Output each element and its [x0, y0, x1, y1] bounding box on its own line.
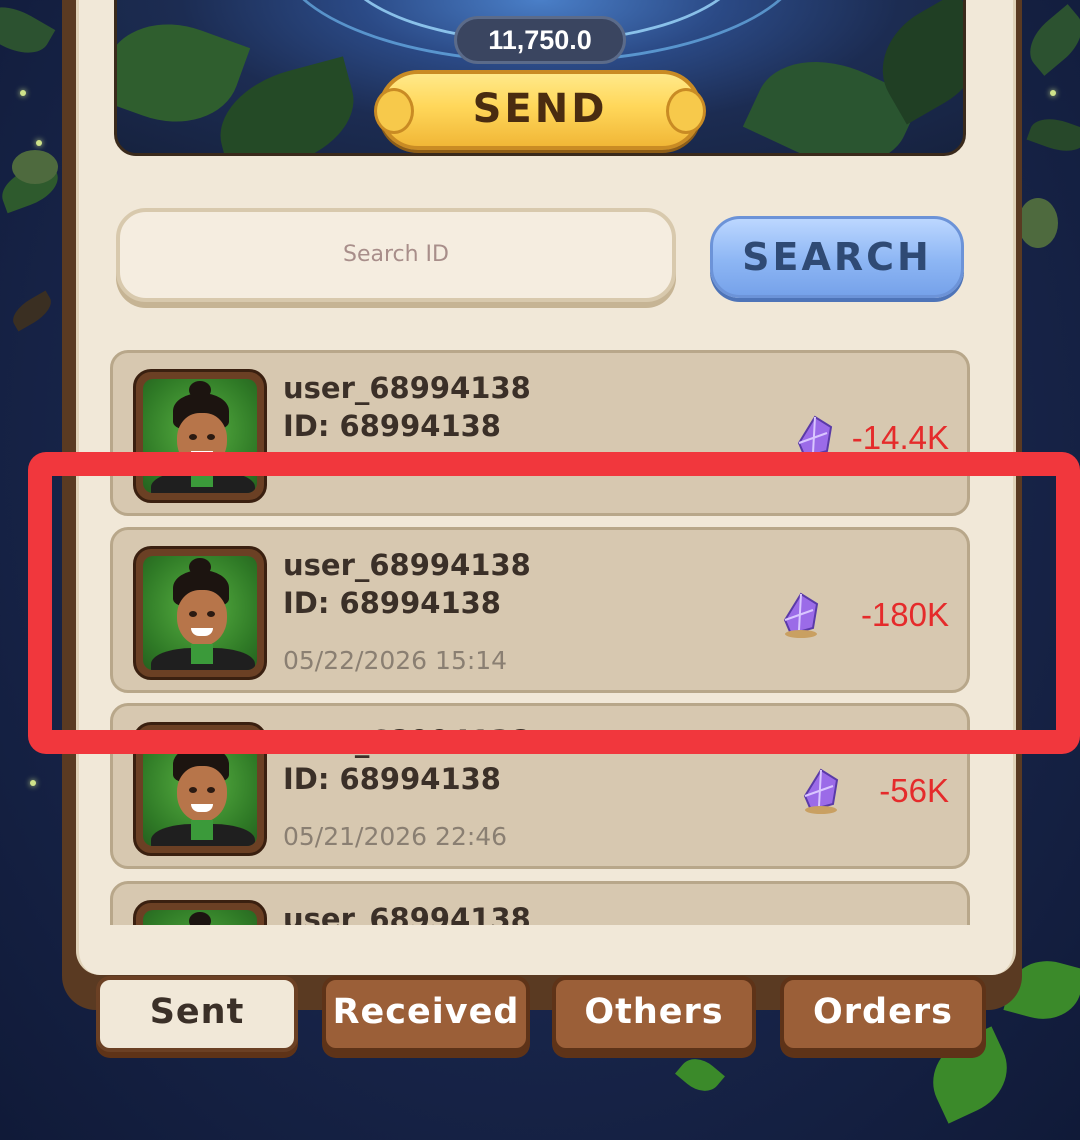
purple-gem-icon: [797, 415, 833, 461]
user-avatar: [133, 722, 267, 856]
amount-sent: -180K: [860, 596, 949, 633]
send-button-label: SEND: [472, 86, 608, 132]
tab-received[interactable]: Received: [322, 976, 530, 1052]
transaction-date: 05/21/2026 22:46: [283, 822, 508, 851]
button-ornament: [666, 88, 706, 134]
username: user_68994138: [283, 548, 531, 582]
username: user_68994138: [283, 724, 531, 758]
firefly-decoration: [20, 90, 26, 96]
firefly-decoration: [1050, 90, 1056, 96]
leaf-decoration: [0, 0, 56, 65]
purple-gem-icon: [803, 768, 839, 814]
amount-sent: -14.4K: [851, 419, 949, 456]
leaf-decoration: [675, 1050, 725, 1100]
balance-display: 11,750.0: [454, 16, 626, 64]
firefly-decoration: [30, 780, 36, 786]
leaf-decoration: [1026, 111, 1080, 159]
username: user_68994138: [283, 902, 531, 925]
transaction-list[interactable]: user_68994138 ID: 68994138 -14.4K user_6…: [108, 345, 974, 925]
frog-decoration: [1018, 198, 1058, 248]
firefly-decoration: [36, 140, 42, 146]
transaction-row[interactable]: user_68994138 ID: 68994138 05/21/2026 22…: [110, 703, 970, 869]
send-button[interactable]: SEND: [374, 70, 706, 150]
purple-gem-icon: [783, 592, 819, 638]
username: user_68994138: [283, 371, 531, 405]
search-id-input[interactable]: Search ID: [116, 208, 676, 302]
tab-others[interactable]: Others: [552, 976, 756, 1052]
transaction-date: 05/22/2026 15:14: [283, 646, 508, 675]
user-avatar: [133, 900, 267, 925]
button-ornament: [374, 88, 414, 134]
user-avatar: [133, 369, 267, 503]
transaction-row[interactable]: user_68994138: [110, 881, 970, 925]
user-id: ID: 68994138: [283, 762, 501, 796]
transaction-row[interactable]: user_68994138 ID: 68994138 05/22/2026 15…: [110, 527, 970, 693]
leaf-decoration: [7, 290, 57, 332]
user-id: ID: 68994138: [283, 409, 501, 443]
leaf-decoration: [1018, 4, 1080, 76]
transaction-row[interactable]: user_68994138 ID: 68994138 -14.4K: [110, 350, 970, 516]
tab-orders[interactable]: Orders: [780, 976, 986, 1052]
frog-decoration: [12, 150, 58, 184]
search-button[interactable]: SEARCH: [710, 216, 964, 298]
user-id: ID: 68994138: [283, 586, 501, 620]
amount-sent: -56K: [879, 772, 949, 809]
user-avatar: [133, 546, 267, 680]
tab-sent[interactable]: Sent: [96, 976, 298, 1052]
